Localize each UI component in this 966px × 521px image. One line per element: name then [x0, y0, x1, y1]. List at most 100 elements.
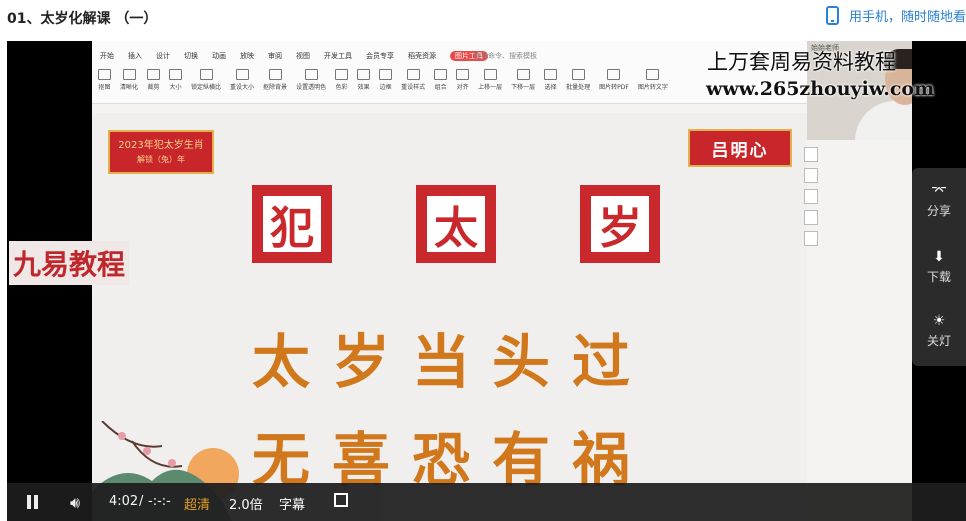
ribbon-tool: 图片转PDF	[599, 69, 629, 91]
ribbon-tool: 色彩	[335, 69, 349, 91]
tool-icon	[544, 69, 558, 80]
ribbon-tool: 裁剪	[147, 69, 161, 91]
tool-icon	[483, 69, 497, 80]
ribbon-tool: 抠图	[98, 69, 111, 91]
ribbon-tool: 效果	[357, 69, 371, 91]
tool-icon	[147, 69, 161, 80]
time-separator: /	[139, 494, 144, 509]
quality-button[interactable]: 超清	[184, 494, 210, 513]
download-icon: ⬇	[933, 249, 945, 265]
more-icon[interactable]	[804, 231, 818, 246]
tool-icon	[379, 69, 393, 80]
ribbon-tool: 重设样式	[401, 69, 425, 91]
player-controls: 🔊︎ 4:02 / -:-:- 超清 2.0倍 字幕	[7, 483, 966, 521]
tool-icon	[607, 69, 621, 80]
ribbon-tab: 插入	[128, 52, 142, 60]
tool-icon	[434, 69, 448, 80]
ribbon-tool: 锁定纵横比	[191, 69, 221, 91]
ribbon-tool: 大小	[169, 69, 183, 91]
lights-off-button[interactable]: ☀ 关灯	[912, 314, 966, 349]
video-player[interactable]: 开始 插入 设计 切换 动画 放映 审阅 视图 开发工具 会员专享 稻壳资源 图…	[7, 41, 966, 521]
course-title: 01、太岁化解课 （一）	[7, 11, 158, 27]
volume-icon[interactable]: 🔊︎	[70, 493, 80, 513]
lightbulb-icon: ☀	[932, 313, 946, 329]
seal-char: 犯	[263, 196, 321, 254]
watermark-url: www.265zhouyiw.com	[706, 78, 935, 100]
presentation-slide: 2023年犯太岁生肖 解锁（兔）年 犯 太 岁 太岁当头过 无喜恐有祸	[92, 113, 807, 521]
ribbon-tab: 视图	[296, 52, 310, 60]
poem-line-1: 太岁当头过	[252, 328, 653, 396]
share-icon: ⌤	[931, 183, 948, 199]
ribbon-tool: 选择	[544, 69, 558, 91]
tool-icon	[406, 69, 420, 80]
tool-icon	[304, 69, 318, 80]
seal-stamp: 太	[416, 185, 496, 263]
year-badge-title: 2023年犯太岁生肖	[118, 140, 204, 151]
tool-icon	[335, 69, 349, 80]
share-label: 分享	[926, 204, 951, 218]
tool-icon	[357, 69, 371, 80]
seal-row: 犯 太 岁	[252, 185, 660, 263]
tool-icon	[235, 69, 249, 80]
ribbon-tab: 设计	[156, 52, 170, 60]
mobile-watch-link[interactable]: 用手机，随时随地看	[826, 6, 966, 25]
current-time: 4:02	[109, 494, 139, 509]
teacher-nameplate: 吕明心	[688, 129, 792, 167]
ribbon-tool: 上移一层	[478, 69, 502, 91]
location-icon[interactable]	[804, 189, 818, 204]
crop-icon[interactable]	[804, 168, 818, 183]
ribbon-tab: 切换	[184, 52, 198, 60]
float-panel: ⌤ 分享 ⬇ 下载 ☀ 关灯	[912, 168, 966, 366]
ribbon-tabs: 开始 插入 设计 切换 动画 放映 审阅 视图 开发工具 会员专享 稻壳资源 图…	[100, 51, 488, 61]
ribbon-tool: 下移一层	[511, 69, 535, 91]
ribbon-search: 查找命令、搜索模板	[474, 52, 537, 60]
tool-icon	[98, 69, 111, 80]
fullscreen-icon[interactable]	[334, 493, 348, 507]
ribbon-tools: 抠图 清晰化 裁剪 大小 锁定纵横比 重设大小 抠除背景 设置透明色 色彩 效果…	[98, 69, 668, 91]
zoom-icon[interactable]	[804, 147, 818, 162]
ribbon-tool: 对齐	[456, 69, 470, 91]
watermark-left: 九易教程	[9, 241, 130, 285]
phone-icon	[826, 6, 839, 25]
tool-icon	[268, 69, 282, 80]
ribbon-tab: 开始	[100, 52, 114, 60]
lights-off-label: 关灯	[926, 334, 951, 348]
seal-char: 太	[427, 196, 485, 254]
ribbon-tool: 重设大小	[230, 69, 254, 91]
ribbon-tool: 抠除背景	[263, 69, 287, 91]
pause-icon[interactable]	[27, 495, 39, 509]
ribbon-tab: 审阅	[268, 52, 282, 60]
download-label: 下载	[926, 270, 951, 284]
teacher-body	[855, 101, 912, 140]
watermark-title: 上万套周易资料教程	[707, 50, 896, 74]
seal-stamp: 岁	[580, 185, 660, 263]
duration: -:-:-	[148, 494, 171, 509]
mobile-link-label: 用手机，随时随地看	[849, 10, 966, 25]
tool-icon	[122, 69, 136, 80]
ribbon-tool: 图片转文字	[638, 69, 668, 91]
ribbon-tool: 清晰化	[120, 69, 138, 91]
image-icon[interactable]	[804, 210, 818, 225]
ribbon-tool: 设置透明色	[296, 69, 326, 91]
seal-char: 岁	[591, 196, 649, 254]
subtitles-button[interactable]: 字幕	[279, 494, 305, 513]
ribbon-tab: 开发工具	[324, 52, 352, 60]
tool-icon	[199, 69, 213, 80]
download-button[interactable]: ⬇ 下载	[912, 250, 966, 285]
tool-icon	[456, 69, 470, 80]
share-button[interactable]: ⌤ 分享	[912, 184, 966, 219]
speed-button[interactable]: 2.0倍	[229, 494, 263, 513]
ribbon-tool: 批量处理	[566, 69, 590, 91]
video-frame: 开始 插入 设计 切换 动画 放映 审阅 视图 开发工具 会员专享 稻壳资源 图…	[92, 41, 912, 521]
year-badge: 2023年犯太岁生肖 解锁（兔）年	[108, 130, 214, 174]
ribbon-tab: 稻壳资源	[408, 52, 436, 60]
tool-icon	[571, 69, 585, 80]
seal-stamp: 犯	[252, 185, 332, 263]
ribbon-tab: 会员专享	[366, 52, 394, 60]
tool-icon	[646, 69, 660, 80]
year-badge-subtitle: 解锁（兔）年	[137, 155, 185, 164]
tool-icon	[169, 69, 183, 80]
top-bar: 01、太岁化解课 （一） 用手机，随时随地看	[0, 0, 966, 37]
tool-icon	[516, 69, 530, 80]
ribbon-tool: 边框	[379, 69, 393, 91]
